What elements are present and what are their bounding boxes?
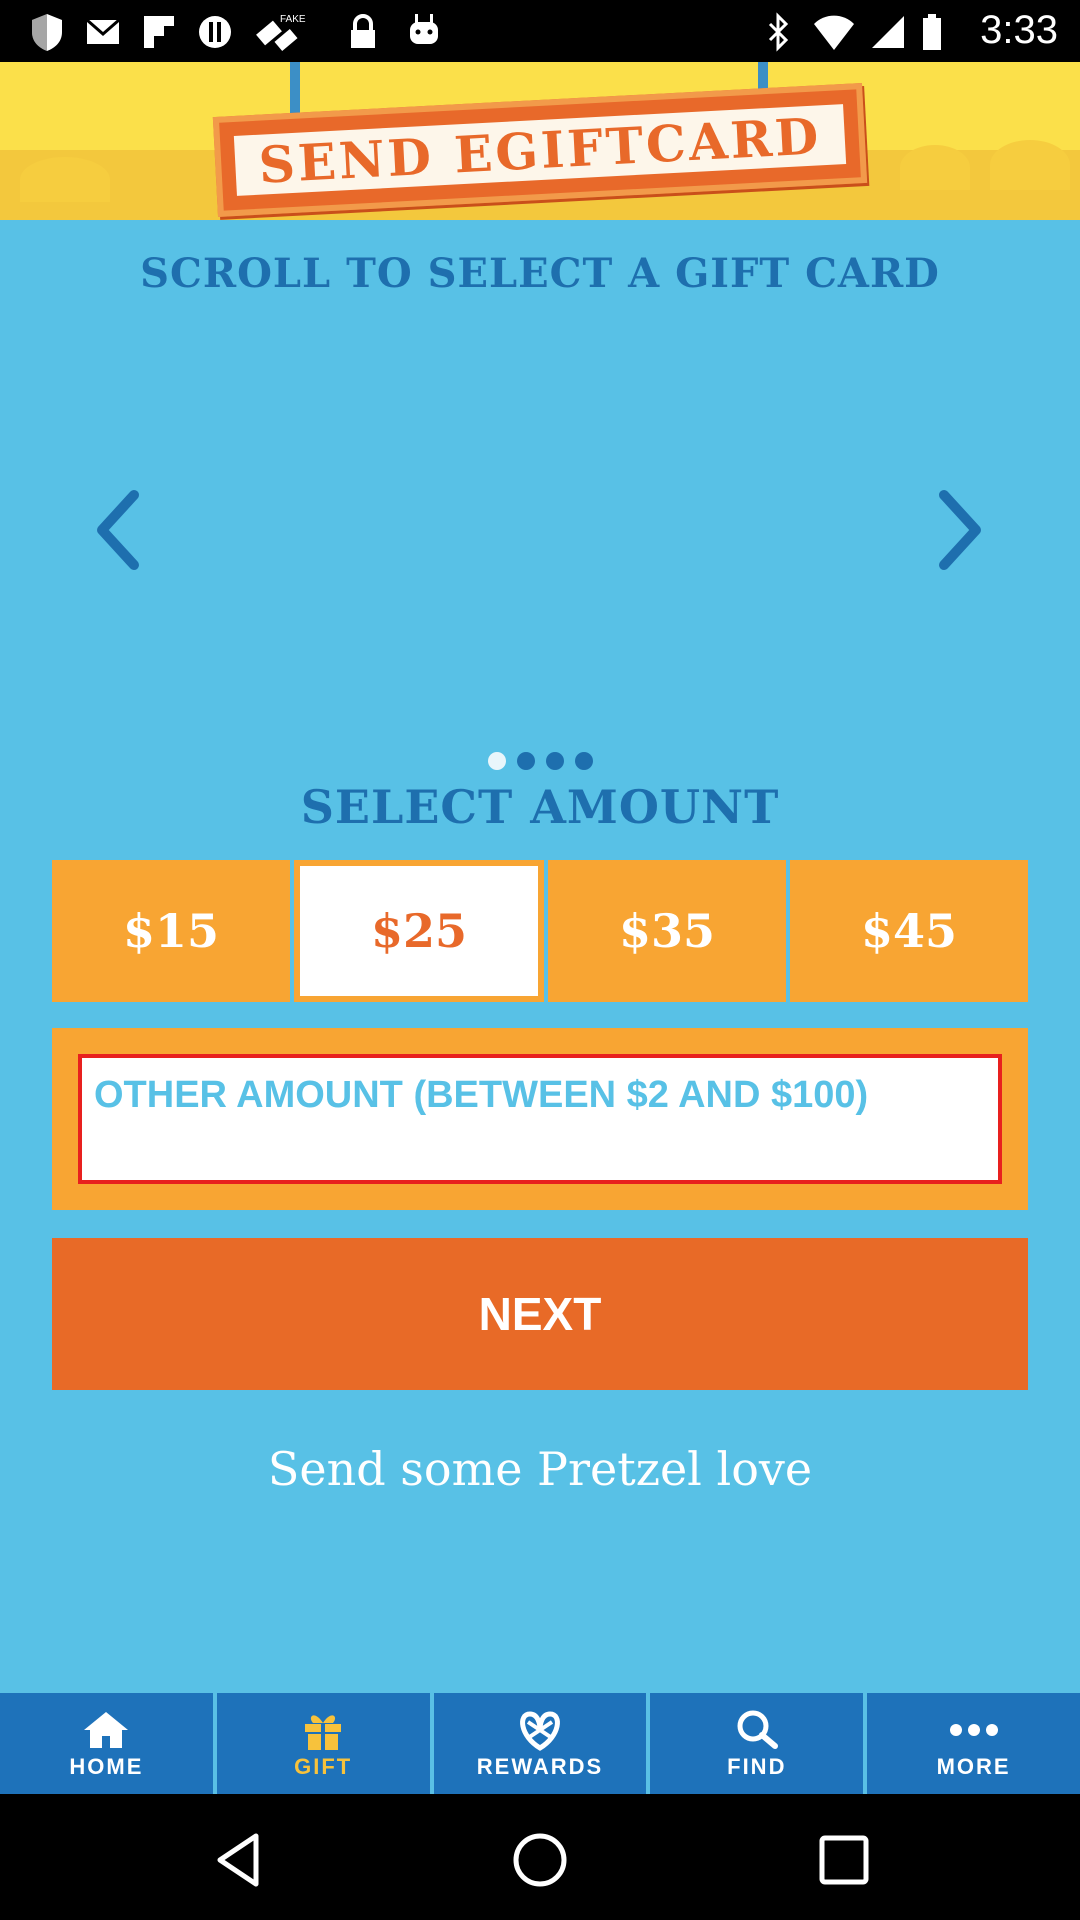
system-nav-bar (0, 1794, 1080, 1920)
recents-button[interactable] (814, 1830, 874, 1890)
home-circle-icon (513, 1833, 567, 1887)
circle-icon (196, 12, 234, 56)
nav-home[interactable]: HOME (0, 1690, 213, 1794)
amount-25-button[interactable]: $25 (294, 860, 544, 1002)
nav-label: MORE (936, 1753, 1011, 1779)
bluetooth-icon (760, 12, 798, 56)
amount-35-button[interactable]: $35 (548, 860, 786, 1002)
recents-square-icon (819, 1835, 869, 1885)
signal-icon (868, 12, 908, 56)
android-icon (405, 12, 443, 56)
other-amount-input[interactable] (82, 1058, 998, 1180)
nav-more[interactable]: MORE (867, 1690, 1080, 1794)
wifi-icon (812, 12, 856, 56)
nav-label: FIND (727, 1753, 787, 1779)
back-button[interactable] (210, 1830, 270, 1890)
carousel-title: SCROLL TO SELECT A GIFT CARD (140, 250, 940, 297)
other-amount-container (52, 1028, 1028, 1210)
other-amount-field-frame (78, 1054, 1002, 1184)
amount-45-button[interactable]: $45 (790, 860, 1028, 1002)
nav-label: REWARDS (476, 1753, 604, 1779)
nav-label: HOME (69, 1753, 144, 1779)
banner-sign-inner: SEND EGIFTCARD (233, 104, 847, 196)
nav-gift[interactable]: GIFT (216, 1690, 430, 1794)
fake-gps-icon: FAKE (252, 12, 310, 56)
battery-icon (920, 12, 944, 56)
shield-icon (28, 12, 66, 56)
amount-options: $15 $25 $35 $45 (52, 860, 1028, 1002)
pagination-dot[interactable] (487, 752, 506, 770)
svg-text:FAKE: FAKE (280, 14, 306, 25)
status-bar: FAKE 3:33 (0, 0, 1080, 62)
mail-icon (84, 12, 122, 56)
next-button[interactable]: NEXT (52, 1238, 1028, 1390)
flipboard-icon (140, 12, 178, 56)
home-icon (84, 1711, 129, 1748)
lock-icon (344, 12, 382, 56)
more-icon (949, 1723, 998, 1736)
nav-label: GIFT (294, 1753, 353, 1779)
chevron-left-icon (97, 490, 139, 570)
nav-find[interactable]: FIND (650, 1690, 864, 1794)
chevron-right-icon (939, 490, 981, 570)
gift-icon (305, 1714, 342, 1750)
search-icon (737, 1710, 778, 1749)
pretzel-icon (520, 1710, 560, 1751)
select-amount-title: SELECT AMOUNT (300, 780, 780, 834)
banner-decoration (20, 157, 110, 202)
home-system-button[interactable] (510, 1830, 570, 1890)
page-title: SEND EGIFTCARD (257, 105, 823, 195)
banner-decoration (990, 140, 1070, 190)
status-time: 3:33 (980, 8, 1058, 52)
main-content: SCROLL TO SELECT A GIFT CARD SELECT AMOU… (0, 220, 1080, 1690)
pagination-dot[interactable] (516, 752, 535, 770)
bottom-nav: HOME GIFT REWARDS FIND MORE (0, 1690, 1080, 1794)
next-card-button[interactable] (926, 485, 996, 575)
header-banner: SEND EGIFTCARD (0, 62, 1080, 220)
carousel-pagination (0, 752, 1080, 770)
tagline: Send some Pretzel love (267, 1442, 813, 1496)
banner-decoration (900, 145, 970, 190)
previous-card-button[interactable] (82, 485, 152, 575)
nav-rewards[interactable]: REWARDS (433, 1690, 647, 1794)
pagination-dot[interactable] (574, 752, 593, 770)
amount-15-button[interactable]: $15 (52, 860, 290, 1002)
pagination-dot[interactable] (545, 752, 564, 770)
back-triangle-icon (217, 1833, 259, 1887)
